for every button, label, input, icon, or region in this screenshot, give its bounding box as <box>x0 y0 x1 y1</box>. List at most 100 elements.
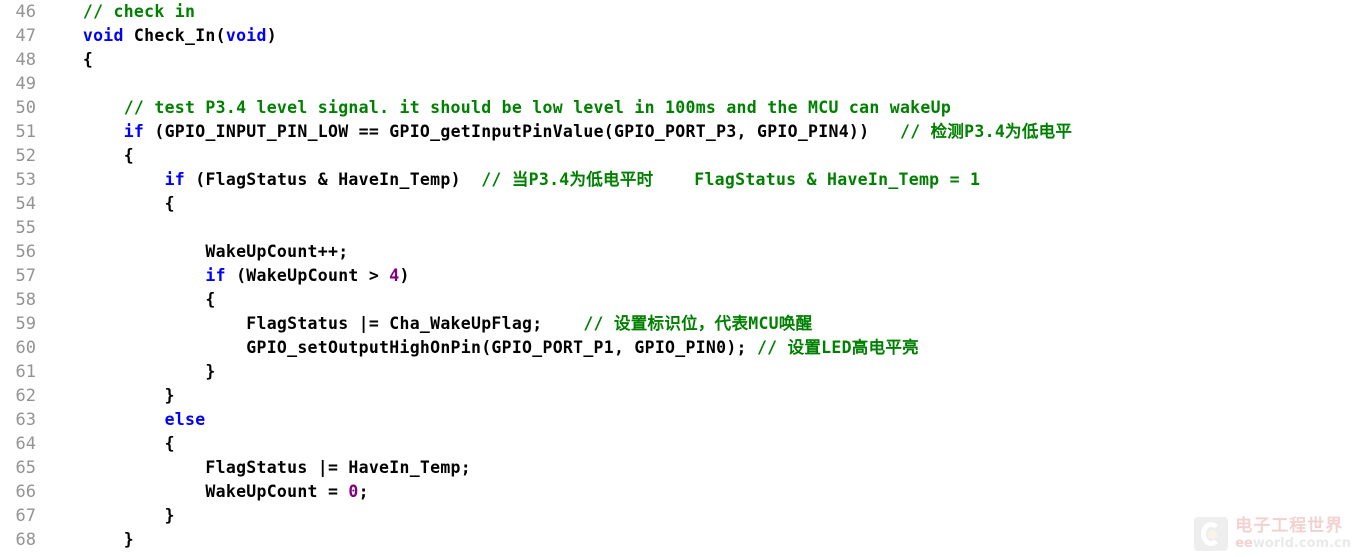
token-plain: Check_In( <box>123 26 226 45</box>
watermark: 电子工程世界 eeworld.com.cn <box>1194 517 1351 551</box>
code-line[interactable]: 47 void Check_In(void) <box>0 24 1359 48</box>
token-plain: { <box>42 290 216 309</box>
line-number: 46 <box>15 2 36 22</box>
token-keyword: if <box>123 122 145 141</box>
line-content[interactable]: void Check_In(void) <box>36 24 1359 48</box>
code-line[interactable]: 56 WakeUpCount++; <box>0 240 1359 264</box>
line-content[interactable]: // check in <box>36 0 1359 24</box>
token-comment: // 检测P3.4为低电平 <box>899 122 1073 141</box>
code-line[interactable]: 65 FlagStatus |= HaveIn_Temp; <box>0 456 1359 480</box>
code-line[interactable]: 53 if (FlagStatus & HaveIn_Temp) // 当P3.… <box>0 168 1359 192</box>
token-keyword: if <box>205 266 226 285</box>
watermark-en-text: eeworld.com.cn <box>1235 536 1351 551</box>
watermark-en-suffix: world.com.cn <box>1252 536 1351 551</box>
code-line[interactable]: 49 <box>0 72 1359 96</box>
token-plain: GPIO_setOutputHighOnPin(GPIO_PORT_P1, GP… <box>42 338 757 357</box>
token-keyword: if <box>164 170 186 189</box>
line-number: 65 <box>15 458 36 478</box>
line-number: 55 <box>15 218 36 238</box>
code-line[interactable]: 62 } <box>0 384 1359 408</box>
line-number: 59 <box>15 314 36 334</box>
token-plain: FlagStatus |= HaveIn_Temp; <box>42 458 471 477</box>
line-number: 52 <box>15 146 36 166</box>
token-plain: { <box>42 194 175 213</box>
code-line[interactable]: 46 // check in <box>0 0 1359 24</box>
token-number: 4 <box>389 266 400 285</box>
code-line[interactable]: 67 } <box>0 504 1359 528</box>
line-content[interactable]: } <box>36 360 1359 384</box>
line-content[interactable]: { <box>36 432 1359 456</box>
token-comment: // 当P3.4为低电平时 FlagStatus & HaveIn_Temp =… <box>481 170 981 189</box>
code-line[interactable]: 48 { <box>0 48 1359 72</box>
token-plain: { <box>42 434 175 453</box>
token-plain: { <box>42 146 134 165</box>
line-number: 61 <box>15 362 36 382</box>
line-number: 58 <box>15 290 36 310</box>
code-line[interactable]: 66 WakeUpCount = 0; <box>0 480 1359 504</box>
line-number: 63 <box>15 410 36 430</box>
line-content[interactable]: FlagStatus |= Cha_WakeUpFlag; // 设置标识位，代… <box>36 312 1359 336</box>
watermark-cn-text: 电子工程世界 <box>1235 516 1344 536</box>
code-line[interactable]: 60 GPIO_setOutputHighOnPin(GPIO_PORT_P1,… <box>0 336 1359 360</box>
code-line[interactable]: 52 { <box>0 144 1359 168</box>
code-line[interactable]: 63 else <box>0 408 1359 432</box>
token-comment: // test P3.4 level signal. it should be … <box>123 98 952 117</box>
token-keyword: void <box>225 26 267 45</box>
line-number: 68 <box>15 530 36 550</box>
code-line-list: 46 // check in 47 void Check_In(void) 48 {… <box>0 0 1359 552</box>
token-plain: } <box>42 506 175 525</box>
code-line[interactable]: 50 // test P3.4 level signal. it should … <box>0 96 1359 120</box>
token-plain: WakeUpCount = <box>42 482 349 501</box>
token-plain: ) <box>266 26 277 45</box>
line-content[interactable]: // test P3.4 level signal. it should be … <box>36 96 1359 120</box>
line-content[interactable]: { <box>36 48 1359 72</box>
line-content[interactable]: else <box>36 408 1359 432</box>
token-plain: ; <box>358 482 369 501</box>
line-number: 48 <box>15 50 36 70</box>
line-content[interactable]: if (GPIO_INPUT_PIN_LOW == GPIO_getInputP… <box>36 120 1359 144</box>
code-line[interactable]: 57 if (WakeUpCount > 4) <box>0 264 1359 288</box>
line-content[interactable]: { <box>36 288 1359 312</box>
line-content[interactable]: GPIO_setOutputHighOnPin(GPIO_PORT_P1, GP… <box>36 336 1359 360</box>
token-plain: (FlagStatus & HaveIn_Temp) <box>185 170 482 189</box>
line-content[interactable]: } <box>36 528 1359 552</box>
line-content[interactable]: { <box>36 144 1359 168</box>
line-number: 49 <box>15 74 36 94</box>
code-line[interactable]: 61 } <box>0 360 1359 384</box>
token-comment: // check in <box>82 2 196 21</box>
token-keyword: void <box>82 26 124 45</box>
line-number: 67 <box>15 506 36 526</box>
code-viewer[interactable]: 46 // check in 47 void Check_In(void) 48 {… <box>0 0 1359 557</box>
code-line[interactable]: 54 { <box>0 192 1359 216</box>
code-line[interactable]: 68 } <box>0 528 1359 552</box>
code-line[interactable]: 59 FlagStatus |= Cha_WakeUpFlag; // 设置标识… <box>0 312 1359 336</box>
line-content[interactable]: if (FlagStatus & HaveIn_Temp) // 当P3.4为低… <box>36 168 1359 192</box>
code-line[interactable]: 55 <box>0 216 1359 240</box>
token-plain: FlagStatus |= Cha_WakeUpFlag; <box>42 314 584 333</box>
line-content[interactable]: WakeUpCount = 0; <box>36 480 1359 504</box>
token-number: 0 <box>348 482 359 501</box>
watermark-en-prefix: ee <box>1235 536 1253 551</box>
line-content[interactable]: WakeUpCount++; <box>36 240 1359 264</box>
line-content[interactable]: if (WakeUpCount > 4) <box>36 264 1359 288</box>
code-line[interactable]: 51 if (GPIO_INPUT_PIN_LOW == GPIO_getInp… <box>0 120 1359 144</box>
eeworld-logo-icon <box>1194 517 1229 551</box>
line-content[interactable]: } <box>36 384 1359 408</box>
code-line[interactable]: 64 { <box>0 432 1359 456</box>
token-plain: (GPIO_INPUT_PIN_LOW == GPIO_getInputPinV… <box>144 122 900 141</box>
line-number: 60 <box>15 338 36 358</box>
line-number: 51 <box>15 122 36 142</box>
token-plain: ) <box>399 266 410 285</box>
line-number: 57 <box>15 266 36 286</box>
line-content[interactable]: } <box>36 504 1359 528</box>
code-line[interactable]: 58 { <box>0 288 1359 312</box>
token-comment: // 设置标识位，代表MCU唤醒 <box>583 314 813 333</box>
token-plain: } <box>42 530 134 549</box>
line-content[interactable]: { <box>36 192 1359 216</box>
line-number: 53 <box>15 170 36 190</box>
line-content[interactable]: FlagStatus |= HaveIn_Temp; <box>36 456 1359 480</box>
